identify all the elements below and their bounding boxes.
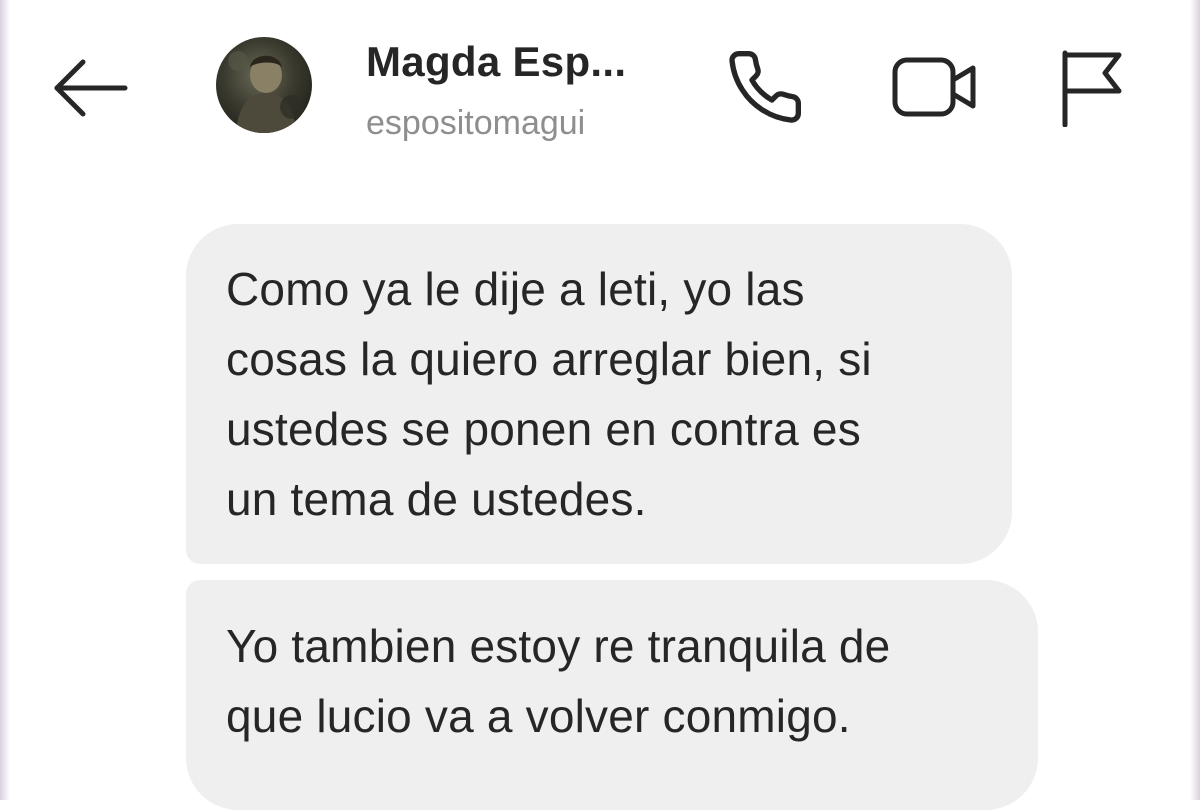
message-line: ustedes se ponen en contra es — [226, 403, 861, 455]
back-button[interactable] — [48, 52, 134, 128]
video-camera-icon — [889, 52, 979, 127]
message-line: cosas la quiero arreglar bien, si — [226, 333, 872, 385]
message-thread: Como ya le dije a leti, yo las cosas la … — [0, 190, 1200, 810]
report-button[interactable] — [1052, 46, 1132, 132]
arrow-left-icon — [51, 58, 131, 123]
flag-icon — [1057, 47, 1127, 132]
contact-name[interactable]: Magda Esp... — [366, 38, 626, 86]
message-bubble[interactable]: Yo tambien estoy re tranquila de que luc… — [186, 580, 1038, 810]
call-button[interactable] — [722, 46, 808, 132]
video-call-button[interactable] — [886, 46, 982, 132]
avatar[interactable] — [216, 37, 312, 133]
chat-header: Magda Esp... espositomagui — [0, 0, 1200, 190]
message-line: Como ya le dije a leti, yo las — [226, 263, 805, 315]
message-bubble[interactable]: Como ya le dije a leti, yo las cosas la … — [186, 224, 1012, 564]
message-line: un tema de ustedes. — [226, 473, 647, 525]
contact-handle: espositomagui — [366, 104, 586, 142]
phone-icon — [725, 47, 805, 132]
message-line: que lucio va a volver conmigo. — [226, 690, 851, 742]
message-line: Yo tambien estoy re tranquila de — [226, 620, 891, 672]
